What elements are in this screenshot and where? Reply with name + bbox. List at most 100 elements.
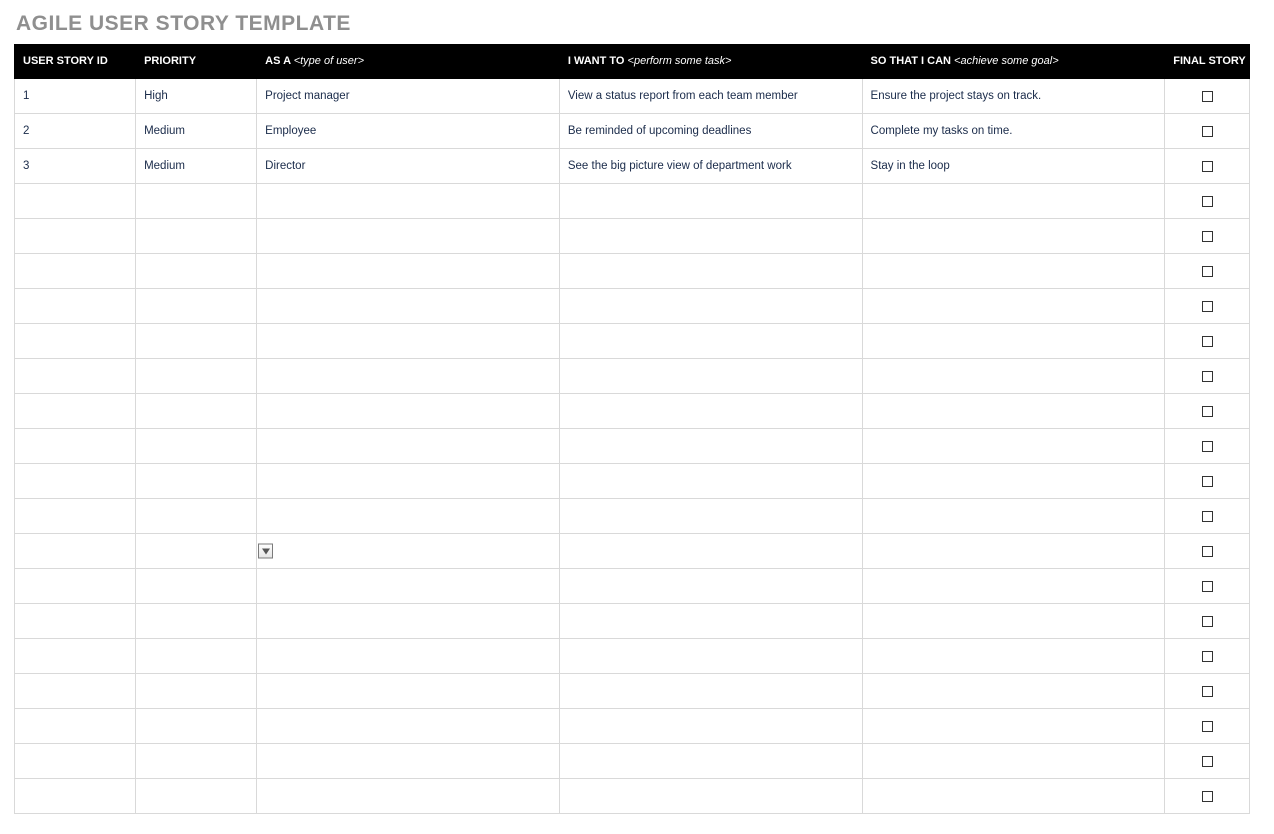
cell-want[interactable]: View a status report from each team memb… <box>559 79 862 114</box>
final-story-checkbox[interactable] <box>1202 651 1213 662</box>
cell-id[interactable] <box>15 359 136 394</box>
cell-priority[interactable] <box>136 639 257 674</box>
cell-asa[interactable] <box>257 394 560 429</box>
final-story-checkbox[interactable] <box>1202 91 1213 102</box>
cell-asa[interactable] <box>257 254 560 289</box>
cell-goal[interactable] <box>862 324 1165 359</box>
final-story-checkbox[interactable] <box>1202 791 1213 802</box>
cell-want[interactable] <box>559 779 862 814</box>
cell-asa[interactable] <box>257 499 560 534</box>
cell-asa[interactable] <box>257 464 560 499</box>
cell-goal[interactable] <box>862 429 1165 464</box>
cell-goal[interactable] <box>862 289 1165 324</box>
cell-id[interactable]: 3 <box>15 149 136 184</box>
cell-want[interactable] <box>559 289 862 324</box>
cell-goal[interactable] <box>862 394 1165 429</box>
cell-goal[interactable] <box>862 464 1165 499</box>
cell-id[interactable] <box>15 779 136 814</box>
cell-goal[interactable] <box>862 744 1165 779</box>
cell-id[interactable] <box>15 604 136 639</box>
cell-asa[interactable]: Project manager <box>257 79 560 114</box>
cell-want[interactable] <box>559 254 862 289</box>
cell-goal[interactable] <box>862 219 1165 254</box>
cell-id[interactable] <box>15 639 136 674</box>
final-story-checkbox[interactable] <box>1202 266 1213 277</box>
cell-id[interactable] <box>15 534 136 569</box>
cell-want[interactable] <box>559 534 862 569</box>
cell-priority[interactable] <box>136 289 257 324</box>
cell-want[interactable] <box>559 324 862 359</box>
cell-asa[interactable] <box>257 289 560 324</box>
cell-id[interactable] <box>15 324 136 359</box>
cell-goal[interactable]: Stay in the loop <box>862 149 1165 184</box>
cell-want[interactable] <box>559 674 862 709</box>
final-story-checkbox[interactable] <box>1202 721 1213 732</box>
final-story-checkbox[interactable] <box>1202 511 1213 522</box>
cell-want[interactable] <box>559 604 862 639</box>
cell-id[interactable] <box>15 429 136 464</box>
cell-want[interactable] <box>559 359 862 394</box>
cell-want[interactable] <box>559 394 862 429</box>
final-story-checkbox[interactable] <box>1202 476 1213 487</box>
cell-asa[interactable] <box>257 569 560 604</box>
final-story-checkbox[interactable] <box>1202 406 1213 417</box>
final-story-checkbox[interactable] <box>1202 686 1213 697</box>
cell-want[interactable] <box>559 429 862 464</box>
cell-id[interactable] <box>15 464 136 499</box>
cell-asa[interactable] <box>257 324 560 359</box>
final-story-checkbox[interactable] <box>1202 196 1213 207</box>
final-story-checkbox[interactable] <box>1202 126 1213 137</box>
cell-priority[interactable] <box>136 219 257 254</box>
cell-priority[interactable] <box>136 674 257 709</box>
cell-priority[interactable] <box>136 359 257 394</box>
cell-priority[interactable] <box>136 499 257 534</box>
cell-asa[interactable] <box>257 429 560 464</box>
final-story-checkbox[interactable] <box>1202 546 1213 557</box>
cell-want[interactable] <box>559 219 862 254</box>
cell-goal[interactable] <box>862 534 1165 569</box>
cell-asa[interactable] <box>257 709 560 744</box>
cell-id[interactable] <box>15 499 136 534</box>
cell-id[interactable] <box>15 569 136 604</box>
cell-goal[interactable]: Ensure the project stays on track. <box>862 79 1165 114</box>
final-story-checkbox[interactable] <box>1202 336 1213 347</box>
cell-priority[interactable] <box>136 534 257 569</box>
cell-id[interactable] <box>15 744 136 779</box>
cell-priority[interactable]: High <box>136 79 257 114</box>
cell-id[interactable] <box>15 394 136 429</box>
cell-asa[interactable] <box>257 744 560 779</box>
cell-goal[interactable] <box>862 359 1165 394</box>
cell-priority[interactable] <box>136 604 257 639</box>
cell-asa[interactable] <box>257 779 560 814</box>
final-story-checkbox[interactable] <box>1202 756 1213 767</box>
cell-goal[interactable] <box>862 709 1165 744</box>
final-story-checkbox[interactable] <box>1202 301 1213 312</box>
cell-priority[interactable] <box>136 709 257 744</box>
cell-want[interactable]: Be reminded of upcoming deadlines <box>559 114 862 149</box>
cell-goal[interactable] <box>862 184 1165 219</box>
cell-priority[interactable]: Medium <box>136 114 257 149</box>
cell-goal[interactable] <box>862 254 1165 289</box>
cell-priority[interactable] <box>136 569 257 604</box>
cell-priority[interactable]: Medium <box>136 149 257 184</box>
final-story-checkbox[interactable] <box>1202 441 1213 452</box>
cell-priority[interactable] <box>136 744 257 779</box>
cell-goal[interactable]: Complete my tasks on time. <box>862 114 1165 149</box>
cell-priority[interactable] <box>136 429 257 464</box>
cell-asa[interactable]: Director <box>257 149 560 184</box>
cell-want[interactable] <box>559 464 862 499</box>
final-story-checkbox[interactable] <box>1202 581 1213 592</box>
cell-id[interactable] <box>15 709 136 744</box>
final-story-checkbox[interactable] <box>1202 161 1213 172</box>
cell-priority[interactable] <box>136 779 257 814</box>
cell-asa[interactable] <box>257 534 560 569</box>
cell-priority[interactable] <box>136 464 257 499</box>
cell-id[interactable]: 2 <box>15 114 136 149</box>
cell-id[interactable] <box>15 674 136 709</box>
final-story-checkbox[interactable] <box>1202 231 1213 242</box>
cell-goal[interactable] <box>862 779 1165 814</box>
cell-asa[interactable] <box>257 359 560 394</box>
final-story-checkbox[interactable] <box>1202 616 1213 627</box>
cell-asa[interactable] <box>257 604 560 639</box>
cell-want[interactable] <box>559 744 862 779</box>
